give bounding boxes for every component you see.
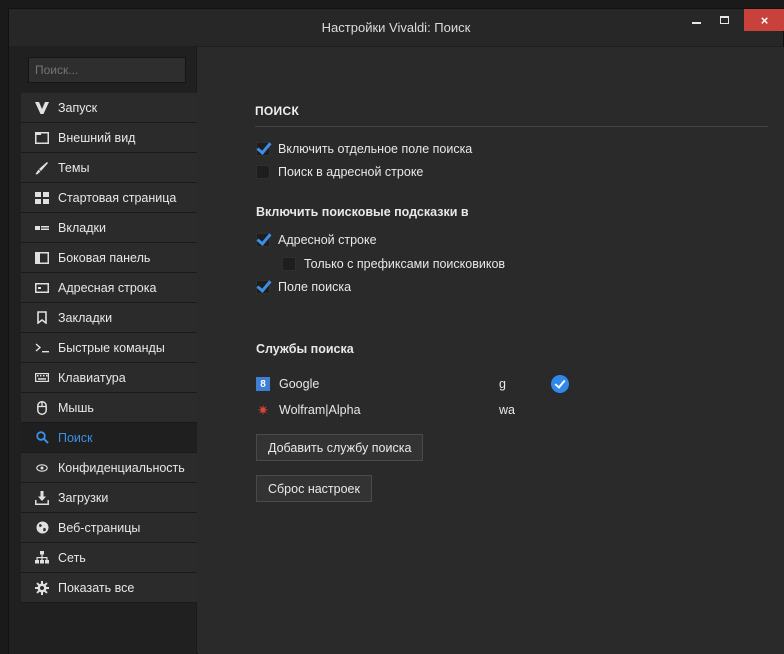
engine-keyword: g (499, 377, 506, 391)
wolfram-alpha-icon: ✷ (257, 401, 269, 418)
suggestions-address-bar-option[interactable]: Адресной строке (256, 233, 377, 247)
sidebar-item-label: Клавиатура (58, 370, 126, 385)
option-label: Только с префиксами поисковиков (304, 257, 506, 271)
sidebar-item-label: Загрузки (58, 490, 109, 505)
sidebar-item-label: Показать все (58, 580, 135, 595)
eye-icon (34, 460, 50, 476)
minimize-button[interactable] (685, 9, 707, 31)
globe-icon (34, 520, 50, 536)
search-engine-row[interactable]: 8 Google g (256, 374, 616, 394)
suggestions-heading: Включить поисковые подсказки в (256, 205, 469, 219)
option-label: Поле поиска (278, 280, 352, 294)
default-engine-check-icon[interactable] (551, 375, 569, 393)
section-divider (255, 126, 768, 127)
title-bar[interactable]: Настройки Vivaldi: Поиск × (9, 9, 784, 47)
tabs-icon (34, 220, 50, 236)
google-icon: 8 (256, 377, 270, 391)
sidebar-item-privacy[interactable]: Конфиденциальность (21, 453, 197, 483)
suggestions-prefix-only-checkbox[interactable] (282, 257, 296, 271)
address-bar-search-option[interactable]: Поиск в адресной строке (256, 165, 423, 179)
panel-icon (34, 250, 50, 266)
suggestions-address-bar-checkbox[interactable] (256, 233, 270, 247)
grid-icon (34, 190, 50, 206)
sidebar-item-label: Закладки (58, 310, 113, 325)
separate-search-field-option[interactable]: Включить отдельное поле поиска (256, 142, 472, 156)
window-title: Настройки Vivaldi: Поиск (321, 20, 471, 35)
bookmark-icon (34, 310, 50, 326)
sidebar-item-side-panel[interactable]: Боковая панель (21, 243, 197, 273)
sidebar-item-label: Запуск (58, 100, 98, 115)
network-icon (34, 550, 50, 566)
option-label: Включить отдельное поле поиска (278, 142, 473, 156)
gear-icon (34, 580, 50, 596)
address-bar-icon (34, 280, 50, 296)
close-icon: × (760, 12, 769, 28)
option-label: Адресной строке (278, 233, 377, 247)
keyboard-icon (34, 370, 50, 386)
command-prompt-icon (34, 340, 50, 356)
engine-name: Wolfram|Alpha (279, 403, 361, 417)
section-title: ПОИСК (255, 104, 300, 118)
services-heading: Службы поиска (256, 342, 354, 356)
suggestions-search-field-option[interactable]: Поле поиска (256, 280, 351, 294)
suggestions-search-field-checkbox[interactable] (256, 280, 270, 294)
sidebar-item-downloads[interactable]: Загрузки (21, 483, 197, 513)
sidebar-item-start-page[interactable]: Стартовая страница (21, 183, 197, 213)
brush-icon (34, 160, 50, 176)
window-icon (34, 130, 50, 146)
sidebar-item-label: Вкладки (58, 220, 106, 235)
sidebar-item-mouse[interactable]: Мышь (21, 393, 197, 423)
option-label: Поиск в адресной строке (278, 165, 424, 179)
sidebar-item-bookmarks[interactable]: Закладки (21, 303, 197, 333)
sidebar-item-keyboard[interactable]: Клавиатура (21, 363, 197, 393)
sidebar-item-search[interactable]: Поиск (21, 423, 197, 453)
download-icon (34, 490, 50, 506)
sidebar-item-label: Поиск (58, 430, 93, 445)
sidebar-item-webpages[interactable]: Веб-страницы (21, 513, 197, 543)
settings-nav: Запуск Внешний вид Темы Стартовая страни… (21, 93, 197, 603)
settings-content: ПОИСК Включить отдельное поле поиска Пои… (198, 47, 784, 654)
sidebar-item-tabs[interactable]: Вкладки (21, 213, 197, 243)
search-icon (34, 430, 50, 446)
sidebar-item-label: Адресная строка (58, 280, 157, 295)
engine-name: Google (279, 377, 320, 391)
settings-search-input[interactable] (28, 57, 186, 83)
sidebar-item-quick-commands[interactable]: Быстрые команды (21, 333, 197, 363)
address-bar-search-checkbox[interactable] (256, 165, 270, 179)
add-search-engine-button[interactable]: Добавить службу поиска (256, 434, 424, 461)
sidebar-item-startup[interactable]: Запуск (21, 93, 197, 123)
sidebar-item-label: Боковая панель (58, 250, 151, 265)
minimize-icon (691, 22, 701, 24)
sidebar-item-address-bar[interactable]: Адресная строка (21, 273, 197, 303)
sidebar-item-label: Сеть (58, 550, 86, 565)
sidebar-item-label: Стартовая страница (58, 190, 177, 205)
close-button[interactable]: × (744, 9, 784, 31)
sidebar-item-label: Быстрые команды (58, 340, 165, 355)
separate-search-field-checkbox[interactable] (256, 142, 270, 156)
vivaldi-logo-icon (34, 100, 50, 116)
maximize-icon (719, 16, 729, 24)
settings-sidebar: Запуск Внешний вид Темы Стартовая страни… (9, 47, 197, 654)
sidebar-item-label: Конфиденциальность (58, 460, 185, 475)
sidebar-item-label: Темы (58, 160, 90, 175)
sidebar-item-show-all[interactable]: Показать все (21, 573, 197, 603)
sidebar-item-appearance[interactable]: Внешний вид (21, 123, 197, 153)
maximize-button[interactable] (713, 9, 735, 31)
reset-settings-button[interactable]: Сброс настроек (256, 475, 372, 502)
sidebar-item-label: Мышь (58, 400, 94, 415)
settings-window: Настройки Vivaldi: Поиск × Запуск Внешни… (8, 8, 784, 654)
sidebar-item-label: Веб-страницы (58, 520, 141, 535)
sidebar-item-network[interactable]: Сеть (21, 543, 197, 573)
suggestions-prefix-only-option[interactable]: Только с префиксами поисковиков (282, 257, 505, 271)
search-engine-row[interactable]: ✷ Wolfram|Alpha wa (256, 400, 616, 420)
engine-keyword: wa (499, 403, 515, 417)
sidebar-item-themes[interactable]: Темы (21, 153, 197, 183)
mouse-icon (34, 400, 50, 416)
sidebar-item-label: Внешний вид (58, 130, 136, 145)
